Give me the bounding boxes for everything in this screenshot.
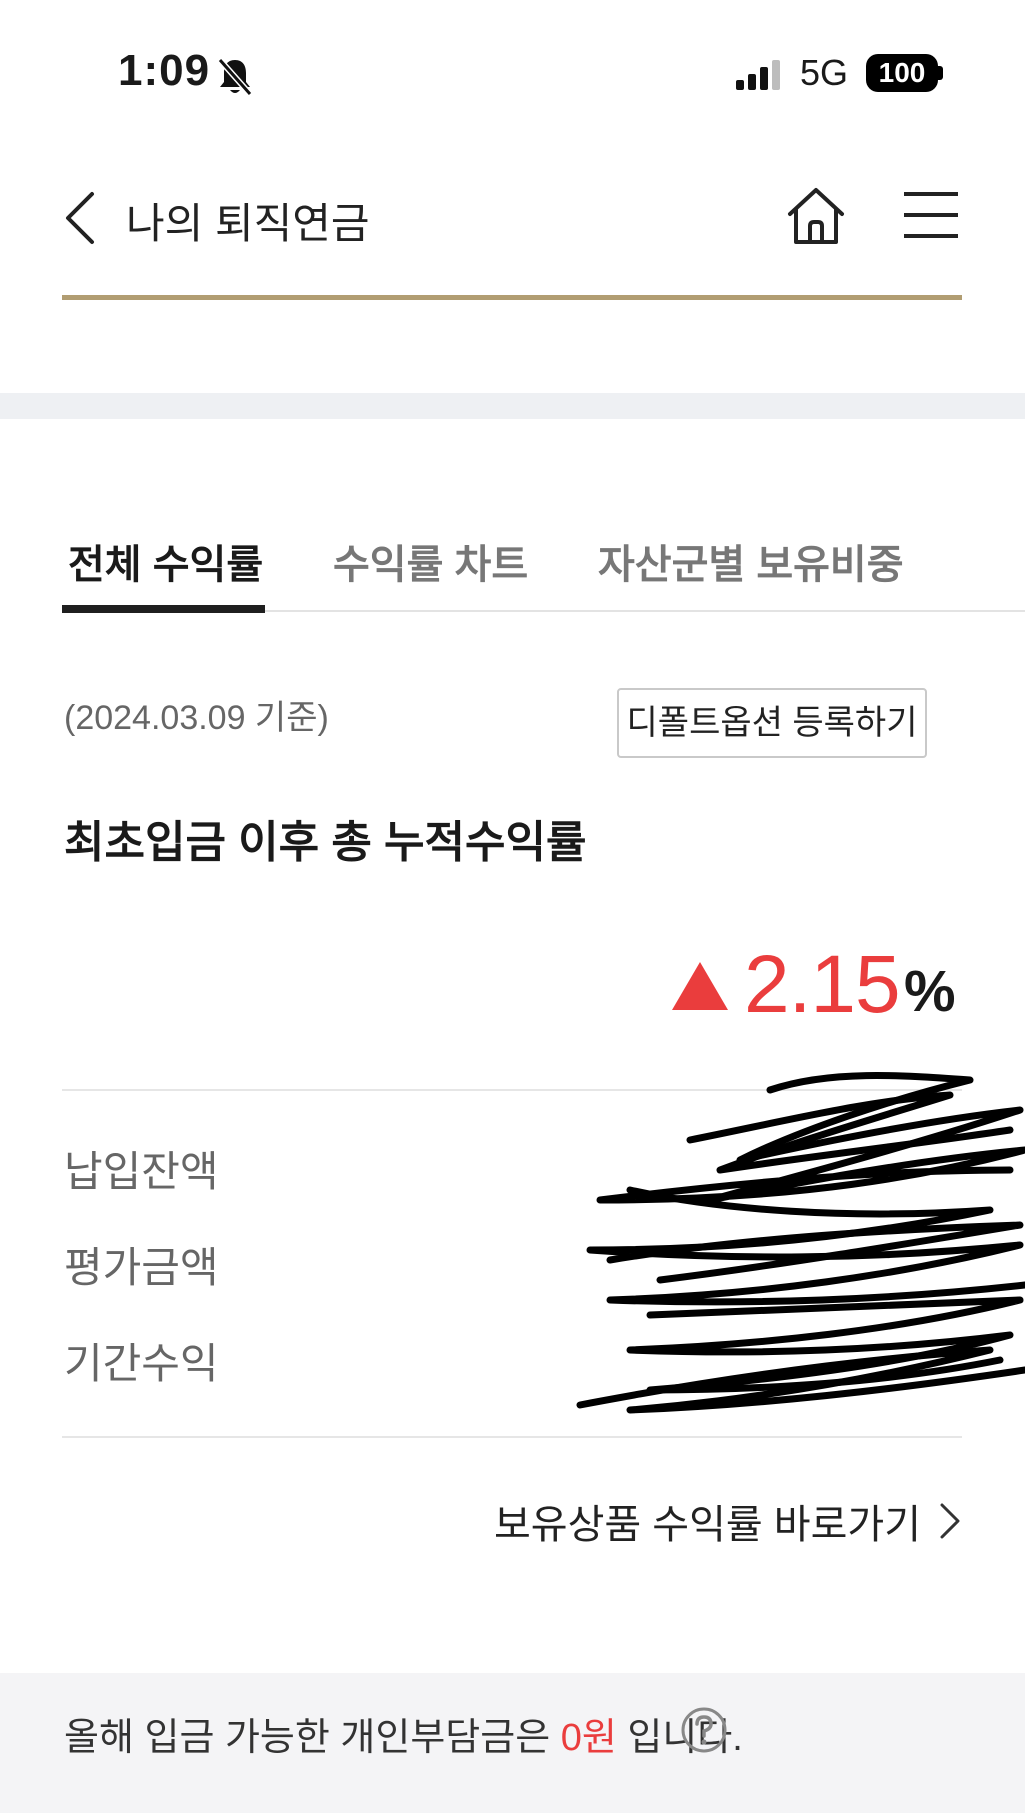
redaction-scribble — [576, 1072, 1025, 1414]
battery-icon: 100 — [866, 54, 938, 92]
shortcut-label: 보유상품 수익률 바로가기 — [493, 1503, 921, 1547]
cellular-signal-icon — [736, 60, 780, 90]
network-type: 5G — [800, 52, 849, 93]
base-date: (2024.03.09 기준) — [64, 699, 329, 737]
return-unit: % — [904, 959, 956, 1024]
personal-contribution-notice: 올해 입금 가능한 개인부담금은 0원 입니다. — [64, 1706, 743, 1761]
back-chevron-icon[interactable] — [62, 190, 98, 246]
row-label-paid-balance: 납입잔액 — [64, 1148, 219, 1195]
register-default-option-button[interactable]: 디폴트옵션 등록하기 — [617, 688, 927, 758]
status-time: 1:09 — [118, 46, 211, 95]
hamburger-menu-icon[interactable] — [902, 190, 960, 240]
active-tab-indicator — [62, 605, 265, 613]
holdings-return-shortcut-link[interactable]: 보유상품 수익률 바로가기 — [494, 1492, 961, 1550]
notice-text-before: 올해 입금 가능한 개인부담금은 — [64, 1717, 561, 1759]
contribution-amount: 0원 — [560, 1717, 617, 1759]
tab-asset-allocation[interactable]: 자산군별 보유비중 — [598, 532, 904, 590]
divider — [62, 1436, 962, 1438]
question-circle-icon[interactable] — [680, 1706, 728, 1754]
row-label-period-profit: 기간수익 — [64, 1340, 219, 1387]
tab-total-return[interactable]: 전체 수익률 — [68, 532, 263, 590]
row-label-valuation: 평가금액 — [64, 1244, 219, 1291]
chevron-right-icon — [940, 1503, 960, 1539]
page-title: 나의 퇴직연금 — [126, 200, 370, 247]
header-divider — [62, 295, 962, 300]
return-value: 2.15 — [744, 939, 901, 1030]
bell-slash-icon — [217, 58, 253, 96]
up-triangle-icon — [672, 962, 728, 1010]
section-separator — [0, 393, 1025, 419]
home-icon[interactable] — [784, 184, 848, 248]
tab-return-chart[interactable]: 수익률 차트 — [333, 532, 528, 590]
cumulative-return-title: 최초입금 이후 총 누적수익률 — [64, 818, 587, 867]
battery-tip — [938, 66, 943, 80]
